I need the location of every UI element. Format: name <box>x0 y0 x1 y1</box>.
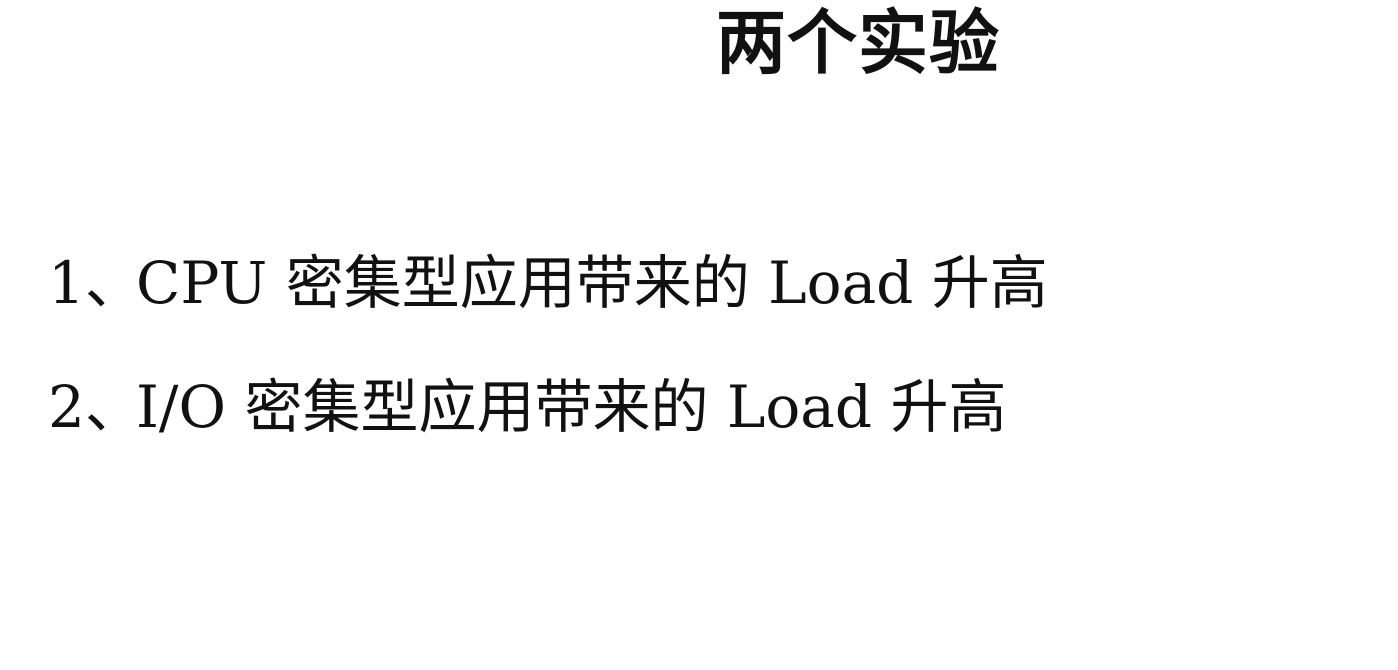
list-item-number: 2、 <box>48 373 143 441</box>
list-item: 2、I/O 密集型应用带来的 Load 升高 <box>48 374 1348 498</box>
slide: 两个实验 1、CPU 密集型应用带来的 Load 升高 2、I/O 密集型应用带… <box>0 0 1398 670</box>
list-item-number: 1、 <box>48 249 143 317</box>
list-item: 1、CPU 密集型应用带来的 Load 升高 <box>48 250 1348 374</box>
slide-title: 两个实验 <box>716 1 1000 84</box>
list-item-text: CPU 密集型应用带来的 Load 升高 <box>136 249 1048 317</box>
list-item-text: I/O 密集型应用带来的 Load 升高 <box>136 373 1007 441</box>
experiment-list: 1、CPU 密集型应用带来的 Load 升高 2、I/O 密集型应用带来的 Lo… <box>48 250 1348 498</box>
